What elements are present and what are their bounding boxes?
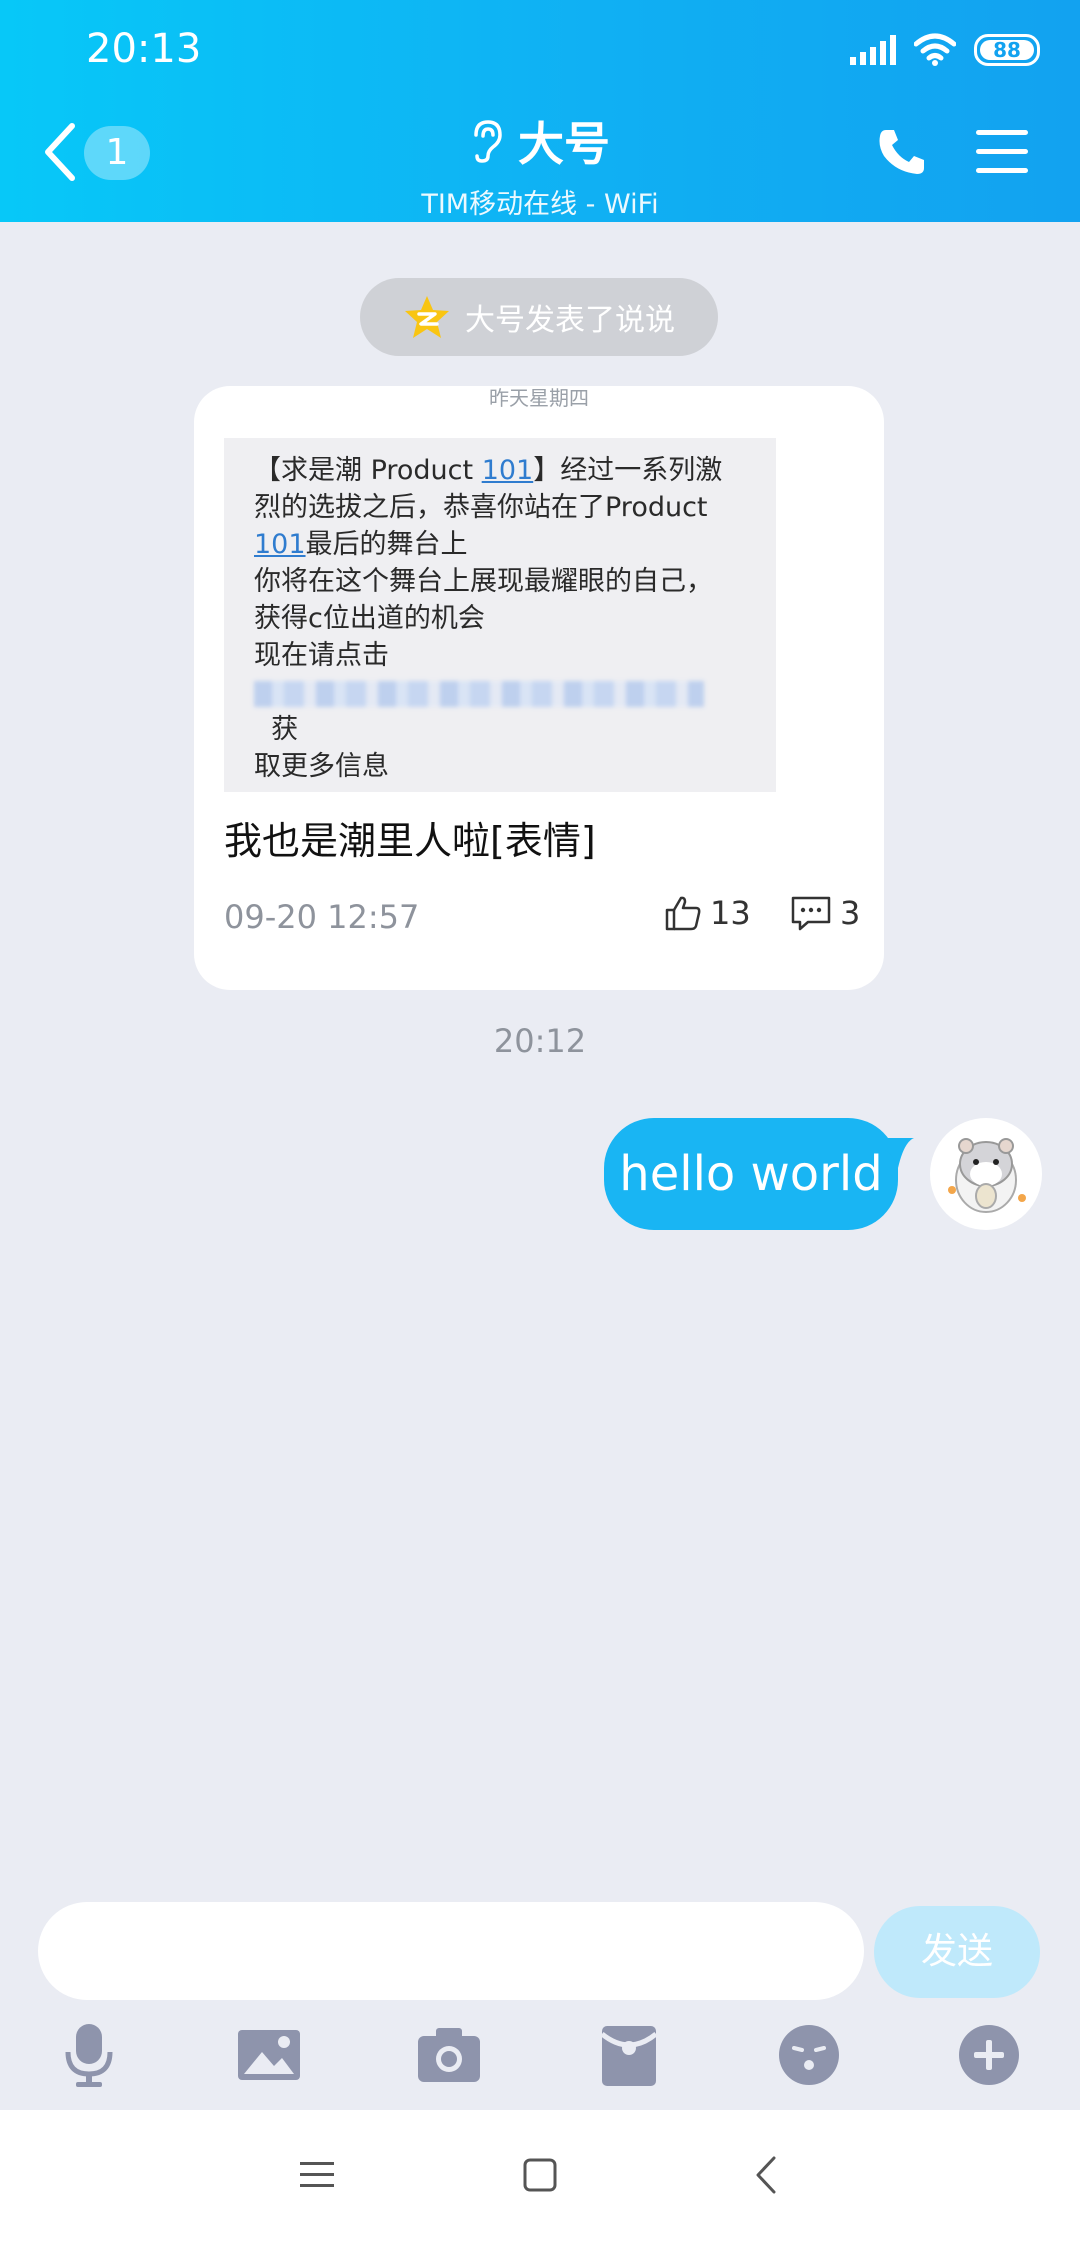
- comment-button[interactable]: 3: [790, 894, 860, 932]
- status-icons: 88: [850, 28, 1040, 72]
- comment-count: 3: [840, 894, 861, 932]
- message-bubble[interactable]: hello world: [604, 1118, 898, 1230]
- signal-icon: [850, 35, 896, 65]
- post-image-link: 101: [481, 455, 534, 486]
- status-time: 20:13: [86, 26, 202, 72]
- home-icon[interactable]: [515, 2150, 565, 2200]
- menu-icon[interactable]: [976, 130, 1028, 174]
- chat-title: 大号: [518, 117, 610, 171]
- post-image-text: 【求是潮 Product: [254, 455, 482, 486]
- blurred-url: [254, 680, 704, 707]
- post-image-text: 最后的舞台上: [305, 529, 468, 560]
- image-icon[interactable]: [234, 2020, 304, 2090]
- ear-icon: [474, 120, 502, 163]
- post-caption: 我也是潮里人啦[表情]: [224, 819, 596, 863]
- qzone-notice[interactable]: 大号发表了说说: [360, 278, 718, 356]
- post-image-link: 101: [254, 529, 306, 560]
- post-image-text: 现在请点击: [254, 640, 389, 671]
- qzone-post-card[interactable]: 昨天星期四 【求是潮 Product 101】经过一系列激 烈的选拔之后，恭喜你…: [194, 386, 884, 990]
- chat-subtitle: TIM移动在线 - WiFi: [421, 189, 659, 220]
- post-image-text: 获得c位出道的机会: [254, 603, 485, 634]
- header: 20:13 88 1 大号 TIM移动在线 - WiFi: [0, 0, 1080, 222]
- post-image-text: 取更多信息: [254, 751, 389, 782]
- send-button[interactable]: 发送: [874, 1906, 1040, 1998]
- like-count: 13: [710, 894, 751, 932]
- message-input[interactable]: [38, 1902, 864, 2000]
- notice-text: 大号发表了说说: [465, 303, 675, 338]
- post-image-text: 烈的选拔之后，恭喜你站在了Product: [254, 492, 708, 523]
- thumbs-up-icon: [665, 896, 701, 931]
- post-image-text: 】经过一系列激: [533, 455, 723, 486]
- post-image-text: 你将在这个舞台上展现最耀眼的自己，: [254, 566, 713, 597]
- wifi-icon: [914, 33, 956, 66]
- back-icon[interactable]: [742, 2150, 792, 2200]
- like-button[interactable]: 13: [664, 894, 751, 932]
- hamster-avatar-icon: [948, 1127, 1031, 1213]
- microphone-icon[interactable]: [54, 2020, 124, 2090]
- bubble-tail: [884, 1138, 914, 1168]
- post-image-text: 获: [271, 714, 299, 745]
- system-navigation-bar: [0, 2110, 1080, 2244]
- qzone-star-icon: [405, 296, 449, 338]
- battery-icon: 88: [974, 34, 1040, 66]
- post-image[interactable]: 【求是潮 Product 101】经过一系列激 烈的选拔之后，恭喜你站在了Pro…: [224, 438, 776, 792]
- phone-call-icon[interactable]: [876, 126, 928, 178]
- menu-icon[interactable]: [292, 2150, 342, 2200]
- camera-icon[interactable]: [414, 2020, 484, 2090]
- emoji-icon[interactable]: [774, 2020, 844, 2090]
- red-packet-icon[interactable]: [594, 2020, 664, 2090]
- battery-level: 88: [993, 38, 1021, 62]
- card-date-label: 昨天星期四: [489, 386, 589, 410]
- plus-icon[interactable]: [954, 2020, 1024, 2090]
- avatar[interactable]: [930, 1118, 1042, 1230]
- post-timestamp: 09-20 12:57: [224, 898, 420, 936]
- comment-icon: [791, 896, 831, 931]
- time-divider: 20:12: [493, 1022, 587, 1060]
